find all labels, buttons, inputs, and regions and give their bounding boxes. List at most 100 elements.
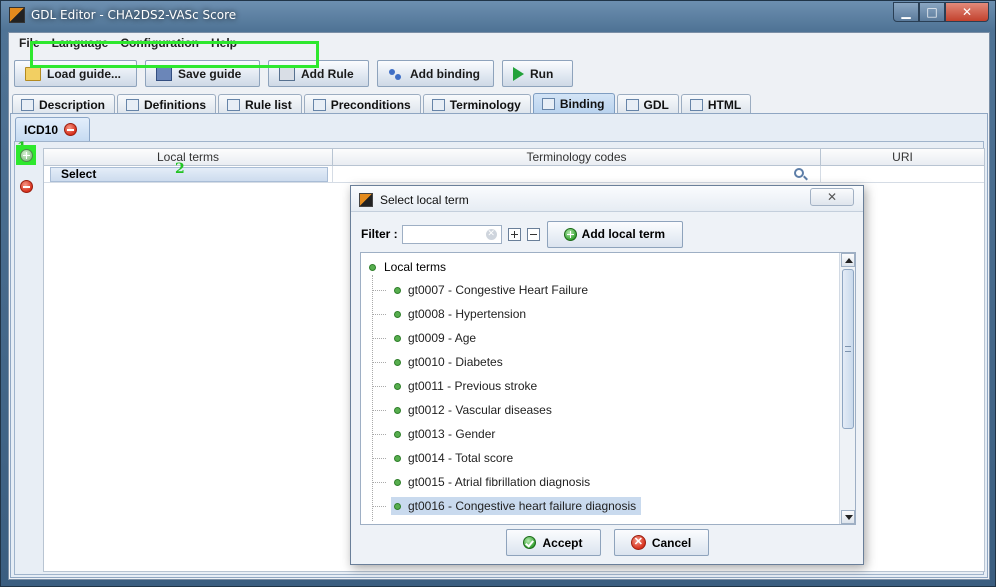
tree-item-label-wrap: gt0012 - Vascular diseases [391,401,557,419]
tab-label: GDL [643,97,669,112]
tree-item-label: gt0009 - Age [408,331,477,345]
run-button[interactable]: Run [502,60,573,87]
minimize-button[interactable]: ▁ [893,2,919,22]
tree-item-label-wrap: gt0013 - Gender [391,425,500,443]
node-icon [394,286,401,294]
expand-all-button[interactable] [507,227,521,241]
binding-icon [388,67,404,81]
check-icon [523,536,537,549]
plus-icon [19,148,33,162]
tree-item-gt0013[interactable]: gt0013 - Gender [372,424,500,444]
tree-item-label-wrap: gt0016 - Congestive heart failure diagno… [391,497,642,515]
tree-item-gt0008[interactable]: gt0008 - Hypertension [372,304,531,324]
tree-item-gt0016[interactable]: gt0016 - Congestive heart failure diagno… [372,496,642,516]
tab-preconditions[interactable]: Preconditions [303,94,421,114]
filter-input[interactable]: ✕ [401,224,502,244]
vertical-scrollbar[interactable] [839,253,855,524]
remove-binding-icon[interactable] [64,123,78,136]
description-icon [21,98,34,111]
tab-label: Preconditions [330,97,411,112]
tab-binding[interactable]: Binding [532,93,615,114]
tree-item-gt0015[interactable]: gt0015 - Atrial fibrillation diagnosis [372,472,595,492]
maximize-button[interactable]: □ [919,2,945,22]
tree-item-gt0012[interactable]: gt0012 - Vascular diseases [372,400,557,420]
remove-row-button[interactable] [20,180,33,196]
minus-icon [20,180,33,193]
add-binding-button[interactable]: Add binding [377,60,494,87]
local-terms-tree: Local terms gt0007 - Congestive Heart Fa… [360,252,856,525]
tab-rule-list[interactable]: Rule list [218,94,302,114]
node-icon [394,334,401,342]
tree-connector [372,289,386,291]
terminology-codes-cell[interactable] [333,166,821,182]
save-guide-label: Save guide [178,66,242,81]
window-title: GDL Editor - CHA2DS2-VASc Score [31,8,237,22]
tab-label: HTML [707,97,742,112]
header-local-terms[interactable]: Local terms [44,149,333,165]
select-local-term-dialog: Select local term ✕ Filter : ✕ Add local… [350,185,864,565]
tree-connector [372,409,386,411]
add-row-button[interactable] [16,145,36,165]
dialog-title-bar[interactable]: Select local term ✕ [351,186,863,212]
node-icon [394,310,401,318]
cancel-button[interactable]: ✕ Cancel [613,529,709,556]
search-icon[interactable] [794,168,804,178]
tree-item-label-wrap: gt0011 - Previous stroke [391,377,542,395]
subtab-icd10[interactable]: ICD10 [15,117,90,141]
binding-icon [541,98,555,110]
tree-connector [372,457,386,459]
tree-item-label-wrap: gt0007 - Congestive Heart Failure [391,281,593,299]
select-local-term-button[interactable]: Select [50,167,328,182]
clear-filter-icon[interactable]: ✕ [485,228,497,240]
tab-terminology[interactable]: Terminology [422,94,531,114]
tab-html[interactable]: HTML [680,94,752,114]
run-label: Run [530,66,554,81]
title-bar[interactable]: GDL Editor - CHA2DS2-VASc Score ▁ □ ✕ [1,1,995,31]
scroll-thumb[interactable] [842,269,854,429]
tree-item-gt0014[interactable]: gt0014 - Total score [372,448,518,468]
tab-label: Definitions [144,97,207,112]
dialog-title: Select local term [380,193,469,207]
tab-definitions[interactable]: Definitions [117,94,217,114]
add-rule-icon [279,66,295,81]
collapse-all-button[interactable] [526,227,540,241]
tab-gdl[interactable]: GDL [616,94,679,114]
tree-item-gt0009[interactable]: gt0009 - Age [372,328,481,348]
table-row: Select [44,166,984,183]
tree-connector [372,313,386,315]
accept-button[interactable]: Accept [505,529,601,556]
accept-label: Accept [542,535,583,550]
close-button[interactable]: ✕ [945,2,989,22]
tree-item-gt0007[interactable]: gt0007 - Congestive Heart Failure [372,280,593,300]
preconditions-icon [312,98,326,111]
tree-item-label-wrap: gt0014 - Total score [391,449,518,467]
tree-item-label: gt0007 - Congestive Heart Failure [408,283,589,297]
node-icon [394,454,401,462]
tree-item-label: gt0008 - Hypertension [408,307,527,321]
tree-connector [372,361,386,363]
tree-root[interactable]: Local terms [369,260,446,274]
tree-root-label: Local terms [384,260,447,274]
load-guide-label: Load guide... [47,66,121,81]
scroll-up-arrow[interactable] [841,253,855,267]
tree-item-gt0010[interactable]: gt0010 - Diabetes [372,352,508,372]
add-local-term-button[interactable]: Add local term [546,220,683,248]
uri-cell[interactable] [821,166,984,182]
dialog-close-button[interactable]: ✕ [810,188,854,206]
tree-connector [372,481,386,483]
add-local-term-label: Add local term [581,227,666,241]
tree-item-label: gt0015 - Atrial fibrillation diagnosis [408,475,591,489]
local-term-cell: Select [44,166,333,182]
definitions-icon [126,98,140,111]
header-terminology-codes[interactable]: Terminology codes [333,149,821,165]
html-icon [689,98,703,111]
tab-description[interactable]: Description [12,94,116,114]
scroll-down-arrow[interactable] [841,510,855,524]
tree-item-label: gt0012 - Vascular diseases [408,403,552,417]
header-uri[interactable]: URI [821,149,984,165]
node-icon [394,406,401,414]
tree-item-label: gt0016 - Congestive heart failure diagno… [408,499,637,513]
cancel-icon: ✕ [630,535,646,550]
tab-label: Description [39,97,106,112]
tree-item-gt0011[interactable]: gt0011 - Previous stroke [372,376,542,396]
